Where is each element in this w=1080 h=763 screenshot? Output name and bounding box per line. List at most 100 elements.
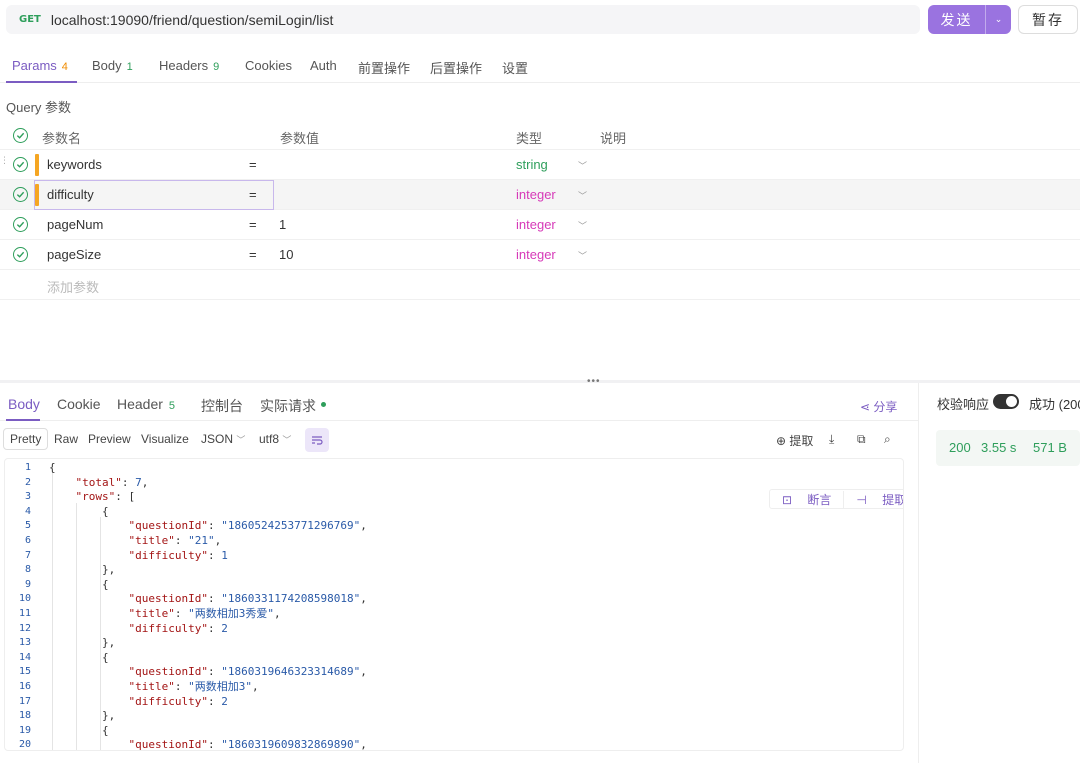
splitter-handle-icon[interactable]: •••: [587, 376, 601, 387]
tab-pre-operations[interactable]: 前置操作: [358, 58, 410, 77]
code-line: 20 "questionId": "1860319609832869890",: [5, 738, 903, 751]
tab-params[interactable]: Params 4: [12, 58, 68, 73]
response-tabs: Body Cookie Header 5 控制台 实际请求 ⋖ 分享: [0, 388, 918, 421]
language-select[interactable]: JSON ﹀: [201, 432, 245, 446]
param-marker: [35, 154, 39, 176]
code-line: 13 },: [5, 636, 903, 651]
param-type[interactable]: integer: [516, 187, 556, 202]
tab-response-cookie[interactable]: Cookie: [57, 396, 101, 412]
extract-button[interactable]: ⊕ 提取: [776, 432, 813, 449]
download-icon[interactable]: ⤓: [829, 432, 834, 447]
param-type[interactable]: integer: [516, 247, 556, 262]
wrap-icon: [312, 436, 323, 445]
line-number: 17: [18, 695, 31, 707]
share-button[interactable]: ⋖ 分享: [860, 398, 897, 415]
tab-body[interactable]: Body 1: [92, 58, 133, 73]
tab-auth[interactable]: Auth: [310, 58, 337, 73]
param-type[interactable]: string: [516, 157, 548, 172]
code-token: ,: [141, 475, 149, 489]
view-visualize[interactable]: Visualize: [141, 432, 189, 446]
param-row: pageNum = 1 integer ﹀: [0, 210, 1080, 240]
tab-response-body[interactable]: Body: [8, 396, 40, 412]
response-body-viewer[interactable]: 1{2 "total": 7, 3 "rows": [4 {5 "question…: [4, 458, 904, 751]
param-checkbox[interactable]: [13, 247, 28, 262]
line-number: 16: [18, 680, 31, 692]
chevron-down-icon[interactable]: ﹀: [578, 249, 587, 262]
code-token: :: [174, 606, 189, 620]
code-line: 18 },: [5, 709, 903, 724]
url-input[interactable]: localhost:19090/friend/question/semiLogi…: [51, 12, 334, 28]
line-number: 13: [18, 637, 31, 649]
param-value[interactable]: 1: [279, 217, 286, 232]
chevron-down-icon[interactable]: ﹀: [578, 219, 587, 232]
param-equals: =: [249, 247, 257, 262]
header-value: 参数值: [280, 131, 320, 146]
tab-response-header[interactable]: Header 5: [117, 396, 175, 412]
param-name[interactable]: difficulty: [47, 187, 94, 202]
wrap-lines-button[interactable]: [305, 428, 329, 452]
param-checkbox[interactable]: [13, 157, 28, 172]
code-token: ,: [360, 738, 367, 751]
save-button[interactable]: 暂存: [1018, 5, 1078, 34]
code-token: :: [174, 533, 189, 547]
tab-actual-request[interactable]: 实际请求: [260, 396, 326, 416]
tab-console[interactable]: 控制台: [201, 396, 243, 416]
line-number: 2: [24, 476, 31, 488]
param-type[interactable]: integer: [516, 217, 556, 232]
encoding-select[interactable]: utf8 ﹀: [259, 432, 291, 446]
code-line: 12 "difficulty": 2: [5, 622, 903, 637]
add-param-row[interactable]: 添加参数: [0, 270, 1080, 300]
param-checkbox[interactable]: [13, 217, 28, 232]
indent-guide: [52, 473, 53, 750]
header-name: 参数名: [42, 131, 82, 146]
code-token: :: [207, 548, 222, 562]
query-section-label: Query 参数: [6, 100, 72, 115]
line-number: 7: [24, 549, 31, 561]
tab-headers[interactable]: Headers 9: [159, 58, 219, 73]
send-button[interactable]: 发送 ⌄: [928, 5, 1011, 34]
code-token: "1860331174208598018": [221, 592, 361, 606]
param-checkbox[interactable]: [13, 187, 28, 202]
verify-response-toggle[interactable]: [993, 394, 1019, 409]
assert-button[interactable]: ⊡ 断言: [770, 491, 843, 508]
chevron-down-icon[interactable]: ﹀: [578, 189, 587, 202]
select-all-checkbox[interactable]: [13, 128, 28, 143]
chevron-down-icon[interactable]: ⌄: [986, 14, 1011, 25]
param-value[interactable]: 10: [279, 247, 293, 262]
chevron-down-icon: ﹀: [282, 435, 292, 445]
view-raw[interactable]: Raw: [54, 432, 78, 446]
code-token: :: [207, 592, 222, 606]
param-name[interactable]: keywords: [47, 157, 102, 172]
view-pretty[interactable]: Pretty: [3, 428, 49, 450]
tab-cookies[interactable]: Cookies: [245, 58, 292, 73]
view-preview[interactable]: Preview: [88, 432, 131, 446]
code-token: "title": [128, 533, 175, 547]
search-icon[interactable]: ⌕: [884, 432, 891, 447]
line-number: 8: [24, 564, 31, 576]
tab-post-operations[interactable]: 后置操作: [430, 58, 482, 77]
url-bar[interactable]: GET localhost:19090/friend/question/semi…: [6, 5, 920, 34]
extract-variable-button[interactable]: ⊣ 提取变量: [843, 490, 903, 508]
line-number: 9: [24, 578, 31, 590]
code-token: "1860319646323314689": [221, 665, 361, 679]
param-name[interactable]: pageSize: [47, 247, 101, 262]
code-token: :: [207, 519, 222, 533]
code-token: 2: [221, 694, 228, 708]
chevron-down-icon[interactable]: ﹀: [578, 159, 587, 172]
code-token: "questionId": [128, 592, 208, 606]
tab-settings[interactable]: 设置: [502, 58, 528, 77]
param-name[interactable]: pageNum: [47, 217, 103, 232]
copy-icon[interactable]: ⧉: [857, 432, 866, 447]
response-time: 3.55 s: [981, 440, 1017, 455]
code-token: "difficulty": [128, 621, 208, 635]
method-badge[interactable]: GET: [19, 14, 41, 25]
code-token: "title": [128, 679, 175, 693]
drag-handle-icon[interactable]: ⋮: [0, 156, 9, 165]
code-line: 2 "total": 7,: [5, 476, 903, 491]
tab-count: 4: [61, 61, 68, 73]
param-row: ⋮ keywords = string ﹀: [0, 150, 1080, 180]
code-token: },: [49, 709, 116, 723]
add-param-input[interactable]: 添加参数: [47, 277, 99, 296]
